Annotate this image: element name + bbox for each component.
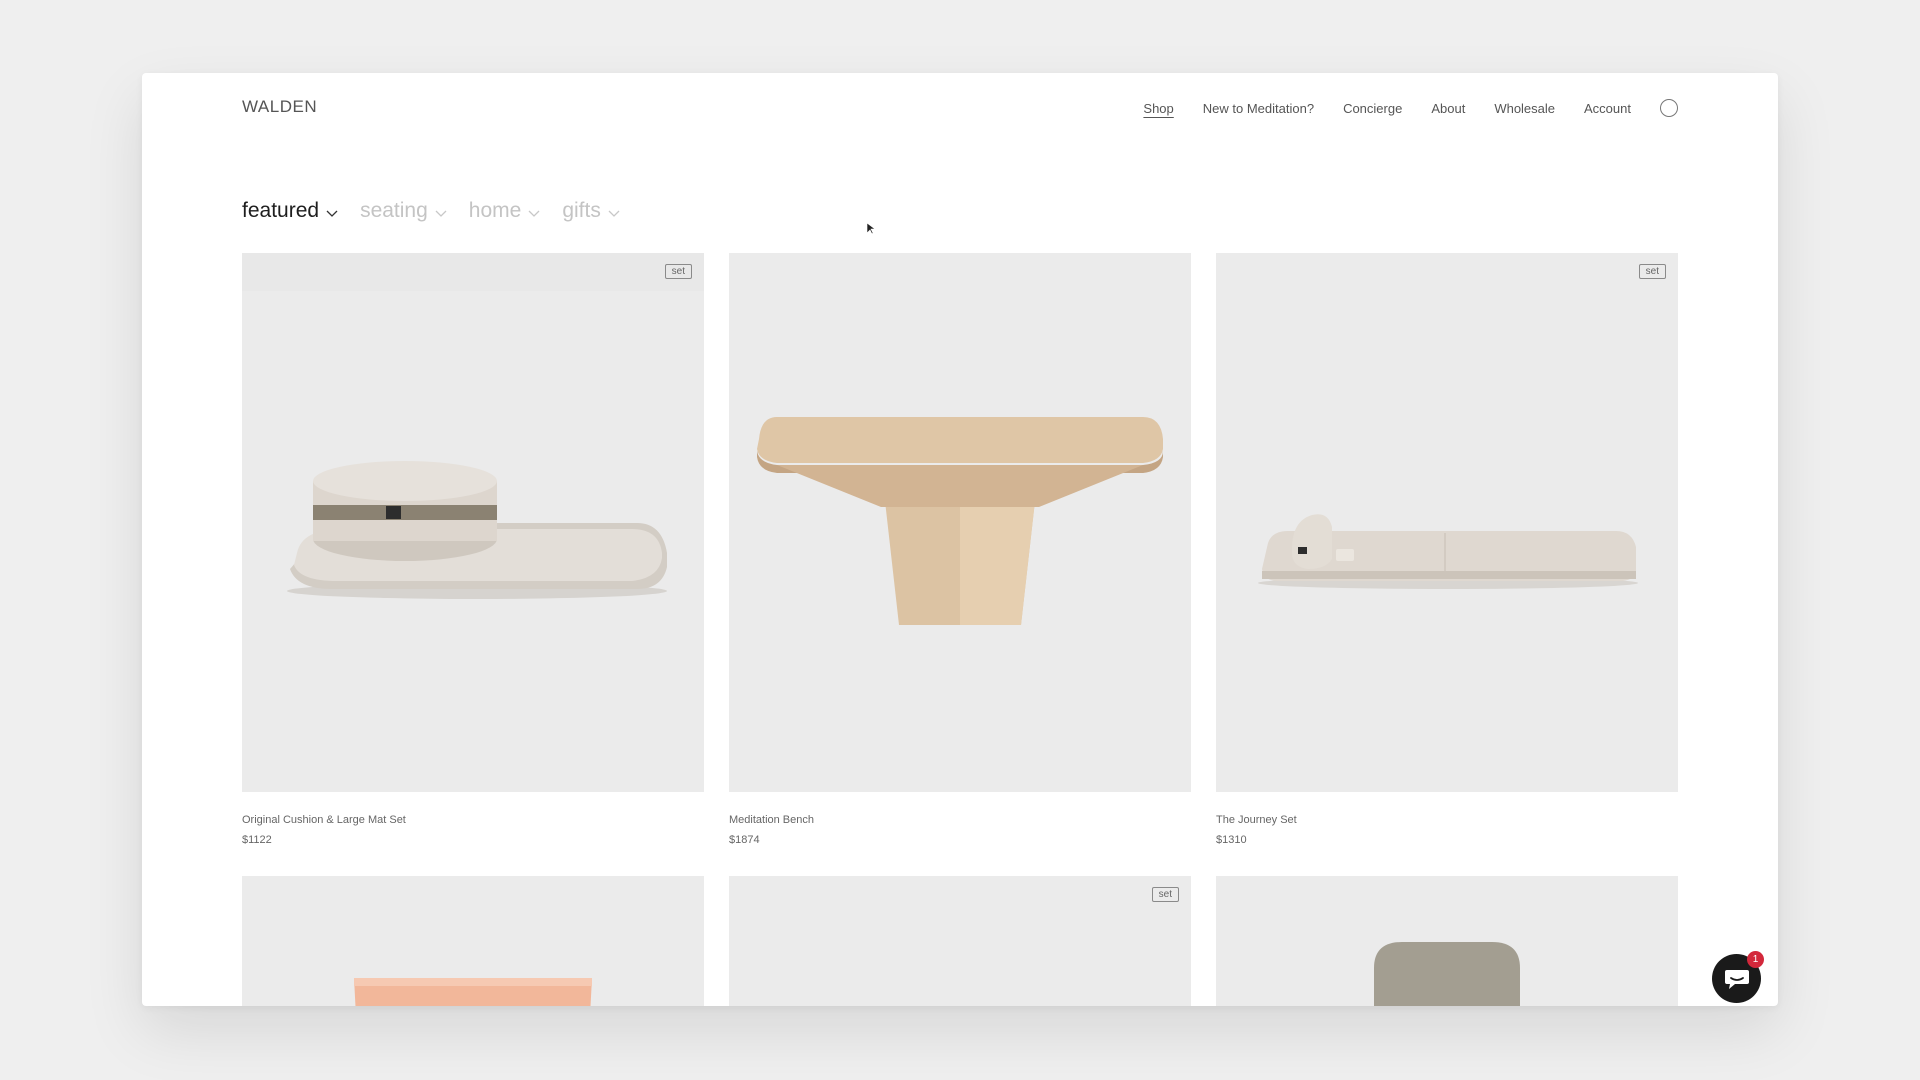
product-card[interactable]: Meditation Bench $1874 <box>729 253 1191 846</box>
product-price: $1310 <box>1216 834 1247 846</box>
filter-seating-label: seating <box>360 199 428 222</box>
nav-new-to-meditation[interactable]: New to Meditation? <box>1203 101 1314 116</box>
product-card[interactable]: set <box>729 876 1191 1006</box>
filter-gifts[interactable]: gifts <box>562 199 620 223</box>
product-card[interactable] <box>1216 876 1678 1006</box>
chat-bubble-icon <box>1724 969 1749 989</box>
product-image[interactable]: set <box>1216 253 1678 792</box>
journey-set-illustration <box>1258 514 1638 589</box>
filter-home-label: home <box>468 199 522 222</box>
product-card[interactable]: set The Journey Set $1310 <box>1216 253 1678 846</box>
set-badge: set <box>1151 887 1179 902</box>
product-name[interactable]: Meditation Bench <box>729 814 1191 826</box>
product-image[interactable] <box>242 876 704 1006</box>
product-name[interactable]: Original Cushion & Large Mat Set <box>242 814 704 826</box>
chevron-down-icon <box>528 210 540 217</box>
nav-concierge[interactable]: Concierge <box>1343 101 1402 116</box>
filter-gifts-label: gifts <box>562 199 601 222</box>
cart-icon[interactable] <box>1660 99 1678 117</box>
chevron-down-icon <box>608 210 620 217</box>
product-name[interactable]: The Journey Set <box>1216 814 1678 826</box>
cushion-mat-illustration <box>242 253 704 599</box>
product-price: $1122 <box>242 834 272 846</box>
set-badge: set <box>664 264 692 279</box>
browser-page: WALDEN Shop New to Meditation? Concierge… <box>142 73 1778 1006</box>
chevron-down-icon <box>435 210 447 217</box>
salt-lamp-illustration <box>354 978 592 1006</box>
product-card[interactable]: set Original Cushion & Large Mat Set $11… <box>242 253 704 846</box>
cushion-illustration <box>1374 942 1520 1006</box>
filter-featured-label: featured <box>242 199 320 222</box>
product-image[interactable]: set <box>729 876 1191 1006</box>
product-image[interactable] <box>1216 876 1678 1006</box>
filter-seating[interactable]: seating <box>360 199 447 223</box>
chat-button[interactable]: 1 <box>1712 951 1764 1003</box>
product-card[interactable] <box>242 876 704 1006</box>
product-image[interactable] <box>729 253 1191 792</box>
main-nav: Shop New to Meditation? Concierge About … <box>1114 99 1678 117</box>
chevron-down-icon <box>326 210 338 217</box>
category-filters: featured seating home gifts <box>242 199 642 223</box>
unread-badge: 1 <box>1747 951 1764 968</box>
mouse-cursor-icon <box>867 223 875 235</box>
set-badge: set <box>1638 264 1666 279</box>
brand-logo[interactable]: WALDEN <box>242 97 317 117</box>
nav-wholesale[interactable]: Wholesale <box>1494 101 1555 116</box>
nav-shop[interactable]: Shop <box>1143 101 1173 116</box>
product-image[interactable]: set <box>242 253 704 792</box>
filter-featured[interactable]: featured <box>242 199 338 223</box>
meditation-bench-illustration <box>757 417 1163 625</box>
filter-home[interactable]: home <box>469 199 541 223</box>
nav-about[interactable]: About <box>1431 101 1465 116</box>
nav-account[interactable]: Account <box>1584 101 1631 116</box>
product-price: $1874 <box>729 834 760 846</box>
